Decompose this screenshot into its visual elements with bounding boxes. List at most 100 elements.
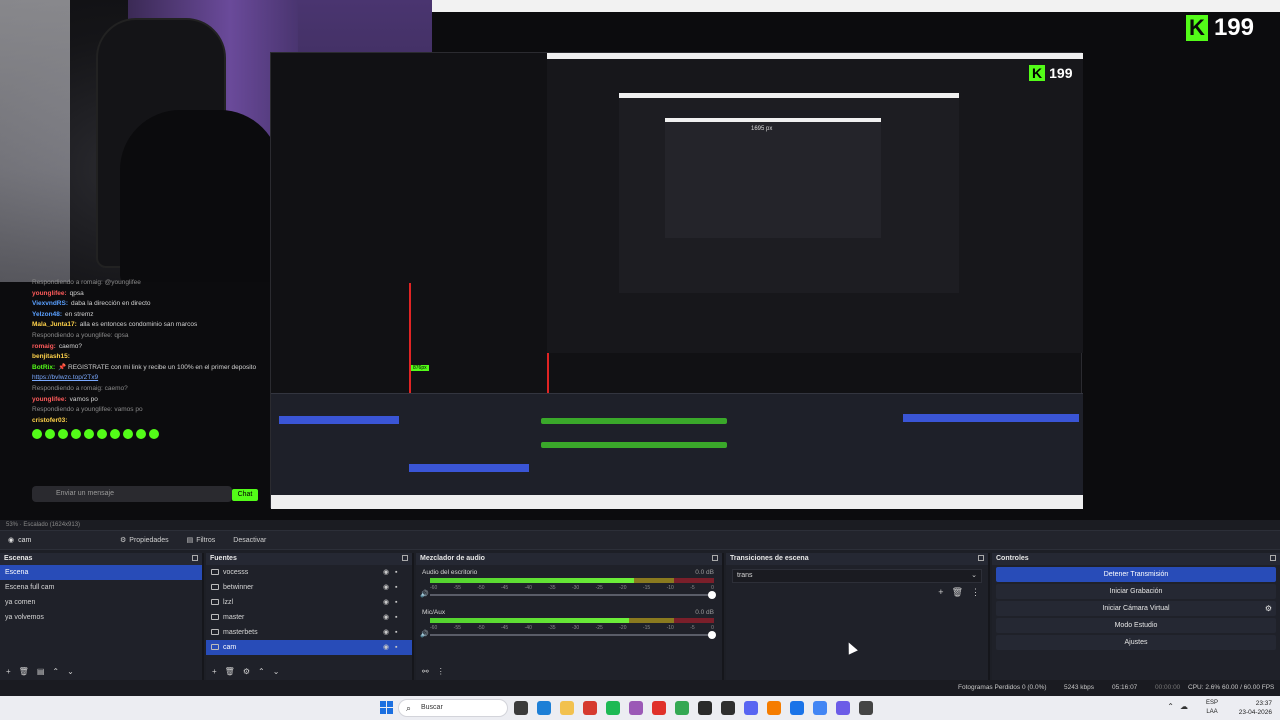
transition-select[interactable]: trans ⌄ — [732, 569, 982, 583]
chevron-up-icon[interactable]: ⌃ — [52, 667, 59, 676]
undock-icon[interactable] — [402, 555, 408, 561]
windows-start-icon[interactable] — [380, 701, 393, 714]
youtube-icon[interactable] — [652, 701, 666, 715]
speaker-icon[interactable]: 🔊 — [420, 630, 429, 638]
chevron-up-icon[interactable]: ⌃ — [1167, 702, 1174, 711]
volume-slider[interactable] — [430, 631, 716, 639]
visibility-eye-icon[interactable]: ◉ — [383, 644, 390, 651]
chat-username[interactable]: BotRix: — [32, 364, 55, 371]
chevron-up-icon[interactable]: ⌃ — [258, 667, 265, 676]
visibility-eye-icon[interactable]: ◉ — [383, 569, 390, 576]
task-view-icon[interactable] — [514, 701, 528, 715]
undock-icon[interactable] — [192, 555, 198, 561]
edge-icon[interactable] — [537, 701, 551, 715]
more-icon[interactable]: ⋮ — [437, 667, 445, 676]
app-icon[interactable] — [629, 701, 643, 715]
source-type-icon — [211, 569, 219, 575]
language-indicator[interactable]: ESP LAA — [1206, 699, 1218, 717]
chrome-icon[interactable] — [675, 701, 689, 715]
source-type-icon — [211, 614, 219, 620]
lock-icon[interactable]: ▪ — [395, 569, 402, 576]
chevron-down-icon[interactable]: ⌄ — [67, 667, 74, 676]
chat-link[interactable]: https://bvlwzc.top/2Tx9 — [32, 374, 98, 381]
chevron-down-icon: ⌄ — [971, 572, 977, 579]
clock[interactable]: 23:37 23-04-2026 — [1239, 699, 1272, 717]
chat-username[interactable]: ViexvndRS: — [32, 300, 68, 307]
volume-slider[interactable] — [430, 591, 716, 599]
chat-username[interactable]: Mala_Junta17: — [32, 321, 77, 328]
properties-button[interactable]: ⚙ Propiedades — [112, 534, 177, 546]
source-item[interactable]: master ◉ ▪ — [206, 610, 412, 625]
visibility-eye-icon[interactable]: ◉ — [383, 599, 390, 606]
trash-icon[interactable]: 🗑 — [952, 587, 963, 598]
source-item[interactable]: betwinner ◉ ▪ — [206, 580, 412, 595]
acrobat-icon[interactable] — [583, 701, 597, 715]
source-item[interactable]: vocesss ◉ ▪ — [206, 565, 412, 580]
chat-username[interactable]: benjitash15: — [32, 353, 70, 360]
add-icon[interactable]: + — [212, 667, 217, 676]
scene-item[interactable]: Escena full cam — [0, 580, 202, 595]
chat-input[interactable]: Enviar un mensaje — [32, 486, 232, 502]
control-button[interactable]: Ajustes — [996, 635, 1276, 650]
gear-icon[interactable]: ⚙ — [243, 667, 250, 676]
gear-icon[interactable]: ⚙ — [1265, 601, 1272, 616]
control-button[interactable]: Modo Estudio — [996, 618, 1276, 633]
chrome-profile-icon[interactable] — [790, 701, 804, 715]
firefox-icon[interactable] — [767, 701, 781, 715]
lock-icon[interactable]: ▪ — [395, 599, 402, 606]
source-item[interactable]: cam ◉ ▪ — [206, 640, 412, 655]
filters-button[interactable]: ▤ Filtros — [179, 534, 224, 546]
scene-item[interactable]: ya comen — [0, 595, 202, 610]
source-item[interactable]: masterbets ◉ ▪ — [206, 625, 412, 640]
discord-icon[interactable] — [744, 701, 758, 715]
spotify-icon[interactable] — [606, 701, 620, 715]
slider-knob[interactable] — [708, 591, 716, 599]
trash-icon[interactable]: 🗑 — [19, 667, 29, 676]
visibility-eye-icon[interactable]: ◉ — [383, 614, 390, 621]
taskbar-search[interactable]: ⌕ Buscar — [398, 699, 508, 717]
undock-icon[interactable] — [978, 555, 984, 561]
chat-send-button[interactable]: Chat — [232, 489, 258, 501]
steam-icon[interactable] — [698, 701, 712, 715]
app2-icon[interactable] — [836, 701, 850, 715]
nested-scene-selected — [279, 416, 399, 424]
scene-item[interactable]: Escena — [0, 565, 202, 580]
lock-icon[interactable]: ▪ — [395, 614, 402, 621]
visibility-eye-icon[interactable]: ◉ — [383, 629, 390, 636]
terminal-icon[interactable] — [859, 701, 873, 715]
filter-icon[interactable]: ▤ — [37, 667, 45, 676]
chevron-down-icon[interactable]: ⌄ — [273, 667, 280, 676]
deactivate-button[interactable]: Desactivar — [225, 535, 274, 546]
chat-username[interactable]: younglifee: — [32, 290, 67, 297]
lock-icon[interactable]: ▪ — [395, 629, 402, 636]
cloud-icon[interactable]: ☁ — [1180, 702, 1188, 711]
slider-knob[interactable] — [708, 631, 716, 639]
control-button[interactable]: Detener Transmisión — [996, 567, 1276, 582]
source-item[interactable]: lzzl ◉ ▪ — [206, 595, 412, 610]
undock-icon[interactable] — [1270, 555, 1276, 561]
chat-username[interactable]: Yelzon48: — [32, 311, 62, 318]
control-button[interactable]: Iniciar Grabación — [996, 584, 1276, 599]
scenes-title: Escenas — [0, 553, 202, 565]
obs-preview[interactable]: K 199 1695 px K 199 876px Respondiendo a… — [0, 0, 1280, 520]
chat-username[interactable]: cristofer03: — [32, 417, 67, 424]
browser-icon[interactable] — [813, 701, 827, 715]
speaker-icon[interactable]: 🔊 — [420, 590, 429, 598]
add-icon[interactable]: + — [6, 667, 11, 676]
chat-message: younglifee: qpsa — [32, 289, 84, 297]
visibility-eye-icon[interactable]: ◉ — [383, 584, 390, 591]
add-icon[interactable]: + — [938, 587, 943, 598]
scene-item[interactable]: ya volvemos — [0, 610, 202, 625]
undock-icon[interactable] — [712, 555, 718, 561]
trash-icon[interactable]: 🗑 — [225, 667, 235, 676]
chat-username[interactable]: romaig: — [32, 343, 56, 350]
link-icon[interactable]: ⚯ — [422, 667, 429, 676]
obs-icon[interactable] — [721, 701, 735, 715]
lock-icon[interactable]: ▪ — [395, 644, 402, 651]
lock-icon[interactable]: ▪ — [395, 584, 402, 591]
more-icon[interactable]: ⋮ — [971, 587, 980, 598]
control-button[interactable]: Iniciar Cámara Virtual ⚙ — [996, 601, 1276, 616]
folder-icon[interactable] — [560, 701, 574, 715]
source-type-icon — [211, 629, 219, 635]
chat-username[interactable]: younglifee: — [32, 396, 67, 403]
